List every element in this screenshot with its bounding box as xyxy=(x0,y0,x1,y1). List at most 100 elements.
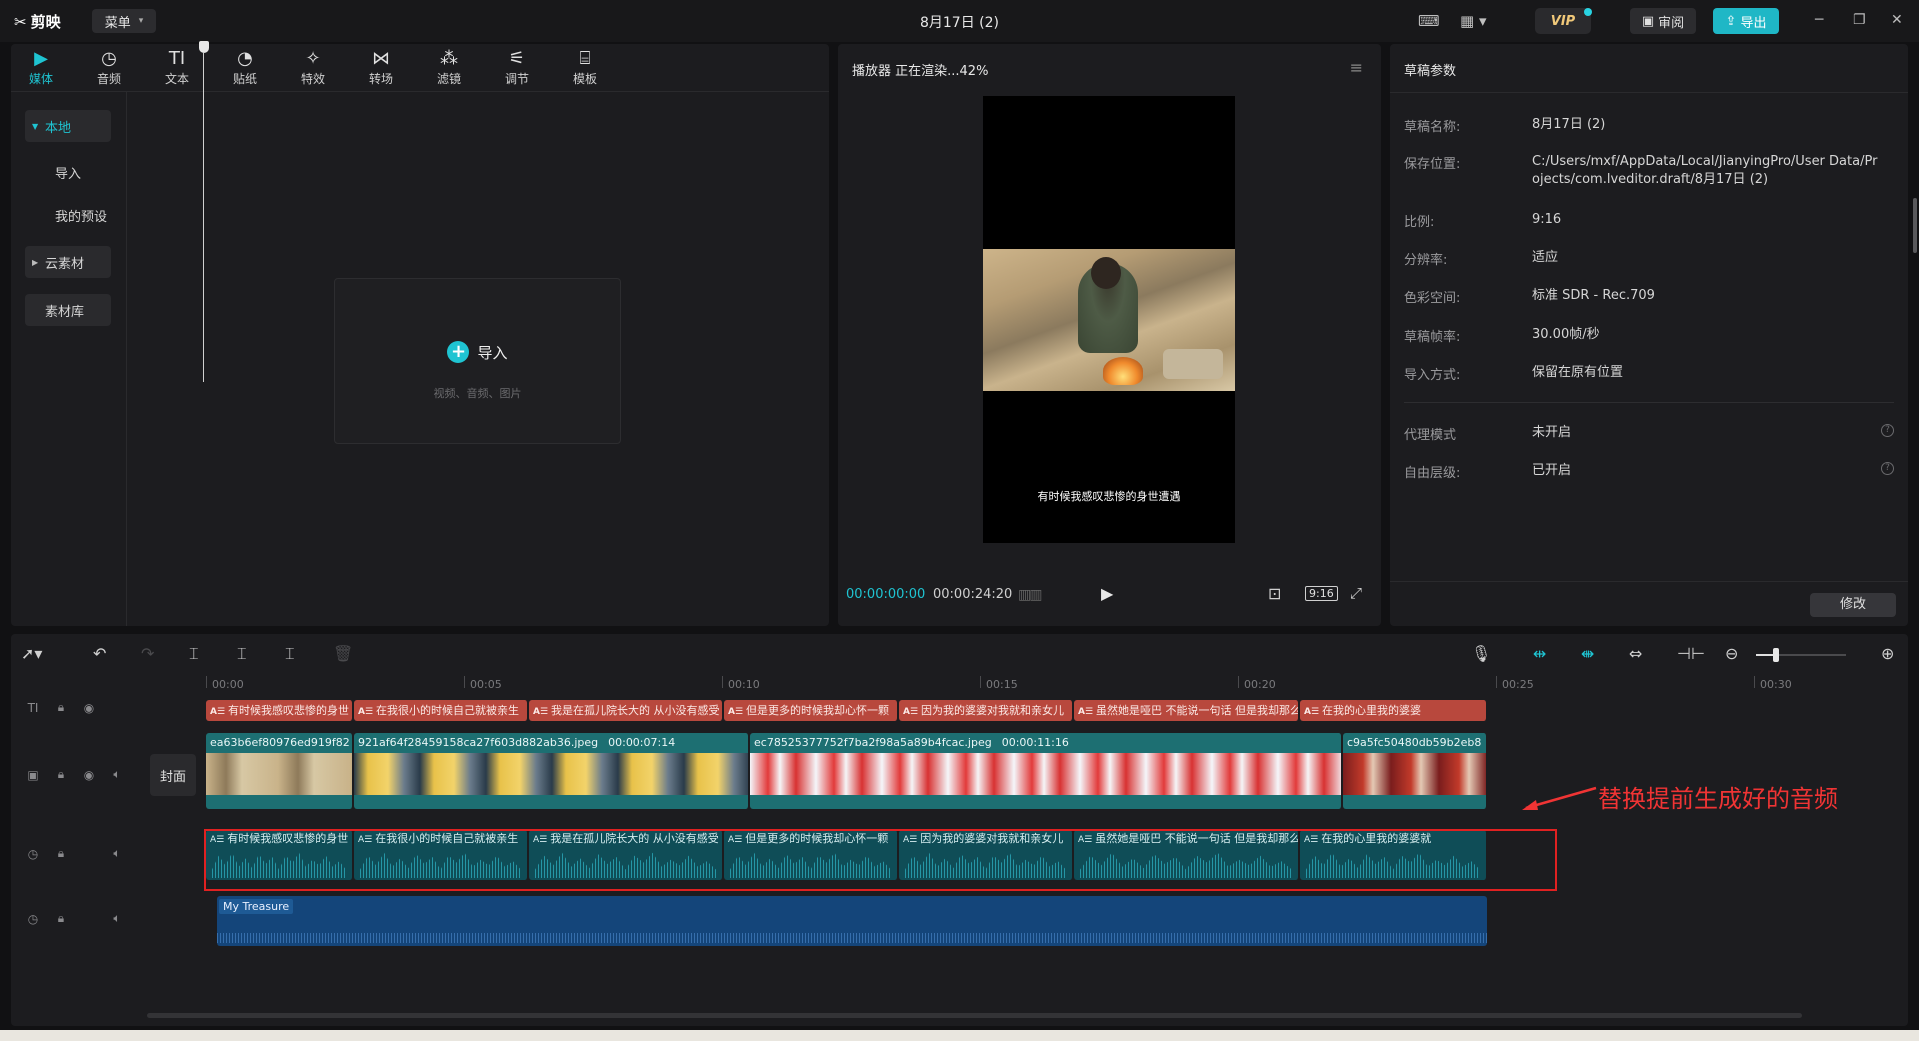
speaker-icon[interactable]: 🔈︎ xyxy=(109,911,125,926)
menu-button[interactable]: 菜单 ▾ xyxy=(92,9,156,33)
ruler-label: 00:15 xyxy=(986,678,1018,691)
side-item-cloud[interactable]: ▶ 云素材 xyxy=(25,246,111,278)
text-clip[interactable]: A☰ 虽然她是哑巴 不能说一句话 但是我却那么 xyxy=(1074,700,1299,721)
speaker-icon[interactable]: 🔈︎ xyxy=(109,846,125,861)
ruler-tick xyxy=(1238,676,1239,688)
review-button[interactable]: ▣ 审阅 xyxy=(1630,8,1696,34)
grid-icon[interactable]: ▥▥ xyxy=(1018,587,1043,603)
video-clip[interactable]: c9a5fc50480db59b2eb8 xyxy=(1343,733,1487,809)
undo-icon[interactable]: ↶ xyxy=(93,644,106,663)
preview-axis-icon[interactable]: ⊣⊢ xyxy=(1677,644,1705,663)
ruler-tick xyxy=(464,676,465,688)
tab-label: 媒体 xyxy=(28,72,53,86)
eye-icon[interactable]: ◉ xyxy=(81,701,97,715)
trim-left-icon[interactable]: ⌶ xyxy=(237,644,247,664)
tab-template[interactable]: ⌸ 模板 xyxy=(557,48,613,92)
zoom-slider-handle[interactable] xyxy=(1773,648,1779,662)
fullscreen-icon[interactable]: ⤢ xyxy=(1350,584,1362,602)
timeline-scrollbar[interactable] xyxy=(147,1013,1802,1018)
video-preview[interactable]: 有时候我感叹悲惨的身世遭遇 xyxy=(983,96,1235,543)
minimize-icon[interactable]: ─ xyxy=(1815,12,1823,28)
ruler-label: 00:30 xyxy=(1760,678,1792,691)
text-clip[interactable]: A☰ 我是在孤儿院长大的 从小没有感受 xyxy=(529,700,723,721)
trim-right-icon[interactable]: ⌶ xyxy=(285,644,295,664)
tab-transition[interactable]: ⋈ 转场 xyxy=(353,48,409,92)
zoom-out-icon[interactable]: ⊖ xyxy=(1725,644,1738,663)
side-item-local[interactable]: ▼ 本地 xyxy=(25,110,111,142)
lock-icon[interactable]: 🔒︎ xyxy=(53,767,69,782)
restore-icon[interactable]: ❐ xyxy=(1853,12,1866,28)
link-icon[interactable]: ⇔ xyxy=(1629,644,1642,663)
clip-filename: ea63b6ef80976ed919f82 xyxy=(210,736,350,749)
prop-value: 适应 xyxy=(1532,250,1559,265)
clip-label: 我是在孤儿院长大的 从小没有感受 xyxy=(551,704,720,717)
keyboard-shortcut-icon[interactable]: ⌨ xyxy=(1418,12,1440,30)
image-head xyxy=(1091,257,1121,289)
modify-button[interactable]: 修改 xyxy=(1810,593,1896,617)
lock-icon[interactable]: 🔒︎ xyxy=(53,911,69,926)
music-clip[interactable]: My Treasure xyxy=(217,896,1487,946)
hamburger-menu-icon[interactable]: ≡ xyxy=(1350,58,1363,77)
side-item-library[interactable]: 素材库 xyxy=(25,294,111,326)
auto-snap-icon[interactable]: ⇼ xyxy=(1581,644,1594,663)
text-clip[interactable]: A☰ 在我的心里我的婆婆 xyxy=(1300,700,1487,721)
eye-icon[interactable]: ◉ xyxy=(81,768,97,782)
redo-icon[interactable]: ↷ xyxy=(141,644,154,663)
main-track-magnet-icon[interactable]: ⇹ xyxy=(1533,644,1546,663)
import-button[interactable]: + 导入 xyxy=(335,341,620,363)
side-item-presets[interactable]: 我的预设 xyxy=(25,199,111,231)
delete-icon[interactable]: 🗑 xyxy=(333,644,353,663)
video-clip[interactable]: ea63b6ef80976ed919f82 xyxy=(206,733,353,809)
clip-thumbnails xyxy=(206,753,352,795)
layout-icon[interactable]: ▦ ▾ xyxy=(1460,12,1486,30)
audio-icon: ◷ xyxy=(101,48,117,69)
help-icon[interactable]: ? xyxy=(1881,462,1894,475)
tab-filter[interactable]: ⁂ 滤镜 xyxy=(421,48,477,92)
side-item-import[interactable]: 导入 xyxy=(25,156,111,188)
speaker-icon[interactable]: 🔈︎ xyxy=(109,767,125,782)
media-side-nav: ▼ 本地 导入 我的预设 ▶ 云素材 素材库 xyxy=(11,92,127,626)
timeline-toolbar: ➚▾ ↶ ↷ ⌶ ⌶ ⌶ 🗑 🎙 ⇹ ⇼ ⇔ ⊣⊢ ⊖ ⊕ xyxy=(11,634,1908,674)
tab-text[interactable]: TI 文本 xyxy=(149,48,205,92)
export-button[interactable]: ⇪ 导出 xyxy=(1713,8,1779,34)
import-dropzone[interactable]: + 导入 视频、音频、图片 xyxy=(334,278,621,444)
tab-sticker[interactable]: ◔ 贴纸 xyxy=(217,48,273,92)
audio-track-controls: ◷ 🔒︎ 🔈︎ xyxy=(25,846,125,861)
text-clip[interactable]: A☰ 有时候我感叹悲惨的身世 xyxy=(206,700,353,721)
text-clip[interactable]: A☰ 在我很小的时候自己就被亲生 xyxy=(354,700,528,721)
play-button[interactable]: ▶ xyxy=(1101,584,1113,603)
fit-screen-icon[interactable]: ⊡ xyxy=(1268,584,1281,603)
tab-audio[interactable]: ◷ 音频 xyxy=(81,48,137,92)
image-fire xyxy=(1103,357,1143,385)
time-ruler[interactable]: 00:00 00:05 00:10 00:15 00:20 00:25 00:3… xyxy=(206,674,1896,698)
text-clip[interactable]: A☰ 但是更多的时候我却心怀一颗 xyxy=(724,700,898,721)
playhead-handle[interactable] xyxy=(199,41,209,53)
aspect-ratio-button[interactable]: 9:16 xyxy=(1305,586,1338,601)
help-icon[interactable]: ? xyxy=(1881,424,1894,437)
select-cursor-icon[interactable]: ➚▾ xyxy=(21,644,42,663)
playhead-line xyxy=(203,52,204,382)
panel-scrollbar[interactable] xyxy=(1913,198,1917,253)
zoom-in-icon[interactable]: ⊕ xyxy=(1881,644,1894,663)
cover-button[interactable]: 封面 xyxy=(150,754,196,796)
clip-thumbnails xyxy=(750,753,1341,795)
clip-filename: 921af64f28459158ca27f603d882ab36.jpeg xyxy=(358,736,599,749)
lock-icon[interactable]: 🔒︎ xyxy=(53,846,69,861)
split-icon[interactable]: ⌶ xyxy=(189,644,199,664)
vip-button[interactable]: VIP xyxy=(1535,8,1591,34)
plus-icon: + xyxy=(447,341,470,363)
clip-filename: ec78525377752f7ba2f98a5a89b4fcac.jpeg xyxy=(754,736,992,749)
tab-media[interactable]: ▶ 媒体 xyxy=(13,48,69,92)
lock-icon[interactable]: 🔒︎ xyxy=(53,700,69,715)
tab-adjust[interactable]: ⚟ 调节 xyxy=(489,48,545,92)
tab-label: 调节 xyxy=(504,72,529,86)
video-clip[interactable]: ec78525377752f7ba2f98a5a89b4fcac.jpeg 00:… xyxy=(750,733,1342,809)
video-clip[interactable]: 921af64f28459158ca27f603d882ab36.jpeg 00:… xyxy=(354,733,749,809)
tab-effects[interactable]: ✧ 特效 xyxy=(285,48,341,92)
clip-duration: 00:00:11:16 xyxy=(1001,736,1069,749)
prop-key: 保存位置: xyxy=(1404,157,1461,172)
close-icon[interactable]: ✕ xyxy=(1891,12,1903,28)
tab-label: 特效 xyxy=(300,72,325,86)
text-clip[interactable]: A☰ 因为我的婆婆对我就和亲女儿 xyxy=(899,700,1073,721)
microphone-icon[interactable]: 🎙 xyxy=(1471,644,1491,663)
